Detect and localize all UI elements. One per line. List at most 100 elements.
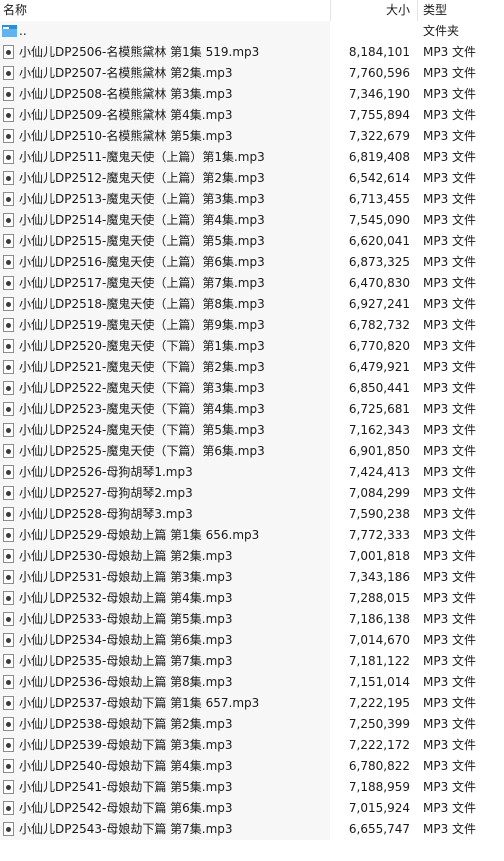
column-header-type[interactable]: 类型 [418, 0, 504, 21]
table-row[interactable]: 小仙儿DP2531-母娘劫上篇 第3集.mp3 7,343,186 MP3 文件 [0, 567, 504, 588]
table-row[interactable]: 小仙儿DP2507-名模熊黛林 第2集.mp3 7,760,596 MP3 文件 [0, 63, 504, 84]
audio-file-icon [3, 612, 14, 626]
file-type: MP3 文件 [423, 549, 477, 563]
file-name: 小仙儿DP2532-母娘劫上篇 第4集.mp3 [19, 591, 233, 605]
audio-file-icon [3, 150, 14, 164]
name-cell: 小仙儿DP2538-母娘劫下篇 第2集.mp3 [0, 714, 330, 735]
table-row[interactable]: 小仙儿DP2506-名模熊黛林 第1集 519.mp3 8,184,101 MP3 … [0, 42, 504, 63]
file-size: 6,850,441 [348, 381, 410, 395]
table-row[interactable]: 小仙儿DP2532-母娘劫上篇 第4集.mp3 7,288,015 MP3 文件 [0, 588, 504, 609]
file-type: MP3 文件 [423, 108, 477, 122]
file-size: 7,186,138 [348, 612, 410, 626]
audio-file-icon [3, 108, 14, 122]
file-name: 小仙儿DP2524-魔鬼天使（下篇）第5集.mp3 [19, 423, 265, 437]
file-name: 小仙儿DP2537-母娘劫下篇 第1集 657.mp3 [19, 696, 260, 710]
table-row[interactable]: 小仙儿DP2511-魔鬼天使（上篇）第1集.mp3 6,819,408 MP3 文件 [0, 147, 504, 168]
table-row[interactable]: 小仙儿DP2521-魔鬼天使（下篇）第2集.mp3 6,479,921 MP3 文件 [0, 357, 504, 378]
file-size: 7,181,122 [348, 654, 410, 668]
table-row[interactable]: 小仙儿DP2536-母娘劫上篇 第8集.mp3 7,151,014 MP3 文件 [0, 672, 504, 693]
table-row[interactable]: 小仙儿DP2519-魔鬼天使（上篇）第9集.mp3 6,782,732 MP3 文件 [0, 315, 504, 336]
audio-file-icon [3, 780, 14, 794]
table-row[interactable]: 小仙儿DP2541-母娘劫下篇 第5集.mp3 7,188,959 MP3 文件 [0, 777, 504, 798]
name-cell: 小仙儿DP2510-名模熊黛林 第5集.mp3 [0, 126, 330, 147]
table-row[interactable]: 小仙儿DP2535-母娘劫上篇 第7集.mp3 7,181,122 MP3 文件 [0, 651, 504, 672]
column-header-name[interactable]: 名称 [0, 0, 330, 21]
audio-file-icon [3, 738, 14, 752]
file-type: MP3 文件 [423, 528, 477, 542]
table-row[interactable]: 小仙儿DP2525-魔鬼天使（下篇）第6集.mp3 6,901,850 MP3 文件 [0, 441, 504, 462]
table-row[interactable]: 小仙儿DP2516-魔鬼天使（上篇）第6集.mp3 6,873,325 MP3 文件 [0, 252, 504, 273]
file-type: MP3 文件 [423, 612, 477, 626]
table-row[interactable]: 小仙儿DP2518-魔鬼天使（上篇）第8集.mp3 6,927,241 MP3 文件 [0, 294, 504, 315]
audio-file-icon [3, 339, 14, 353]
audio-file-icon [3, 192, 14, 206]
table-row[interactable]: 小仙儿DP2533-母娘劫上篇 第5集.mp3 7,186,138 MP3 文件 [0, 609, 504, 630]
table-row[interactable]: 小仙儿DP2538-母娘劫下篇 第2集.mp3 7,250,399 MP3 文件 [0, 714, 504, 735]
file-type: MP3 文件 [423, 87, 477, 101]
file-name: 小仙儿DP2525-魔鬼天使（下篇）第6集.mp3 [19, 444, 265, 458]
file-size: 6,782,732 [348, 318, 410, 332]
table-row[interactable]: 小仙儿DP2514-魔鬼天使（上篇）第4集.mp3 7,545,090 MP3 文件 [0, 210, 504, 231]
table-row[interactable]: 小仙儿DP2520-魔鬼天使（下篇）第1集.mp3 6,770,820 MP3 文件 [0, 336, 504, 357]
table-row[interactable]: 小仙儿DP2522-魔鬼天使（下篇）第3集.mp3 6,850,441 MP3 文件 [0, 378, 504, 399]
table-row[interactable]: 小仙儿DP2543-母娘劫下篇 第7集.mp3 6,655,747 MP3 文件 [0, 819, 504, 840]
audio-file-icon [3, 381, 14, 395]
table-row[interactable]: 小仙儿DP2527-母狗胡琴2.mp3 7,084,299 MP3 文件 [0, 483, 504, 504]
file-type: MP3 文件 [423, 801, 477, 815]
table-row[interactable]: 小仙儿DP2509-名模熊黛林 第4集.mp3 7,755,894 MP3 文件 [0, 105, 504, 126]
table-row[interactable]: 小仙儿DP2513-魔鬼天使（上篇）第3集.mp3 6,713,455 MP3 文件 [0, 189, 504, 210]
file-size: 7,084,299 [348, 486, 410, 500]
file-size: 6,873,325 [348, 255, 410, 269]
file-size: 7,772,333 [348, 528, 410, 542]
audio-file-icon [3, 129, 14, 143]
file-name: 小仙儿DP2519-魔鬼天使（上篇）第9集.mp3 [19, 318, 265, 332]
file-type: MP3 文件 [423, 192, 477, 206]
audio-file-icon [3, 318, 14, 332]
table-row[interactable]: 小仙儿DP2523-魔鬼天使（下篇）第4集.mp3 6,725,681 MP3 文件 [0, 399, 504, 420]
name-cell: 小仙儿DP2523-魔鬼天使（下篇）第4集.mp3 [0, 399, 330, 420]
file-type: MP3 文件 [423, 381, 477, 395]
table-row[interactable]: 小仙儿DP2534-母娘劫上篇 第6集.mp3 7,014,670 MP3 文件 [0, 630, 504, 651]
audio-file-icon [3, 759, 14, 773]
file-type: MP3 文件 [423, 759, 477, 773]
file-name: 小仙儿DP2517-魔鬼天使（上篇）第7集.mp3 [19, 276, 265, 290]
column-header-size[interactable]: 大小 [331, 0, 412, 21]
file-name: 小仙儿DP2511-魔鬼天使（上篇）第1集.mp3 [19, 150, 265, 164]
audio-file-icon [3, 696, 14, 710]
table-row[interactable]: 小仙儿DP2515-魔鬼天使（上篇）第5集.mp3 6,620,041 MP3 文件 [0, 231, 504, 252]
table-row[interactable]: 小仙儿DP2537-母娘劫下篇 第1集 657.mp3 7,222,195 MP3 … [0, 693, 504, 714]
file-name: 小仙儿DP2514-魔鬼天使（上篇）第4集.mp3 [19, 213, 265, 227]
table-row[interactable]: 小仙儿DP2508-名模熊黛林 第3集.mp3 7,346,190 MP3 文件 [0, 84, 504, 105]
table-row[interactable]: 小仙儿DP2512-魔鬼天使（上篇）第2集.mp3 6,542,614 MP3 文件 [0, 168, 504, 189]
table-row[interactable]: 小仙儿DP2528-母狗胡琴3.mp3 7,590,238 MP3 文件 [0, 504, 504, 525]
audio-file-icon [3, 276, 14, 290]
table-row[interactable]: 小仙儿DP2529-母娘劫上篇 第1集 656.mp3 7,772,333 MP3 … [0, 525, 504, 546]
table-row[interactable]: 小仙儿DP2526-母狗胡琴1.mp3 7,424,413 MP3 文件 [0, 462, 504, 483]
table-row[interactable]: 小仙儿DP2540-母娘劫下篇 第4集.mp3 6,780,822 MP3 文件 [0, 756, 504, 777]
name-cell: 小仙儿DP2506-名模熊黛林 第1集 519.mp3 [0, 42, 330, 63]
file-size: 6,542,614 [348, 171, 410, 185]
file-type: MP3 文件 [423, 822, 477, 836]
table-row[interactable]: 小仙儿DP2530-母娘劫上篇 第2集.mp3 7,001,818 MP3 文件 [0, 546, 504, 567]
file-name: 小仙儿DP2521-魔鬼天使（下篇）第2集.mp3 [19, 360, 265, 374]
file-size: 7,015,924 [348, 801, 410, 815]
table-row[interactable]: 小仙儿DP2524-魔鬼天使（下篇）第5集.mp3 7,162,343 MP3 文件 [0, 420, 504, 441]
file-size: 7,322,679 [348, 129, 410, 143]
file-name: 小仙儿DP2520-魔鬼天使（下篇）第1集.mp3 [19, 339, 265, 353]
file-size: 6,770,820 [348, 339, 410, 353]
name-cell: 小仙儿DP2521-魔鬼天使（下篇）第2集.mp3 [0, 357, 330, 378]
table-row[interactable]: 小仙儿DP2517-魔鬼天使（上篇）第7集.mp3 6,470,830 MP3 文件 [0, 273, 504, 294]
file-name: 小仙儿DP2518-魔鬼天使（上篇）第8集.mp3 [19, 297, 265, 311]
table-row[interactable]: 小仙儿DP2539-母娘劫下篇 第3集.mp3 7,222,172 MP3 文件 [0, 735, 504, 756]
audio-file-icon [3, 528, 14, 542]
parent-folder-row[interactable]: .. 文件夹 [0, 21, 504, 42]
file-size: 6,620,041 [348, 234, 410, 248]
audio-file-icon [3, 507, 14, 521]
table-row[interactable]: 小仙儿DP2510-名模熊黛林 第5集.mp3 7,322,679 MP3 文件 [0, 126, 504, 147]
name-cell: 小仙儿DP2508-名模熊黛林 第3集.mp3 [0, 84, 330, 105]
file-size: 7,346,190 [348, 87, 410, 101]
table-row[interactable]: 小仙儿DP2542-母娘劫下篇 第6集.mp3 7,015,924 MP3 文件 [0, 798, 504, 819]
file-type: MP3 文件 [423, 717, 477, 731]
file-name: 小仙儿DP2531-母娘劫上篇 第3集.mp3 [19, 570, 233, 584]
file-name: .. [19, 24, 27, 38]
